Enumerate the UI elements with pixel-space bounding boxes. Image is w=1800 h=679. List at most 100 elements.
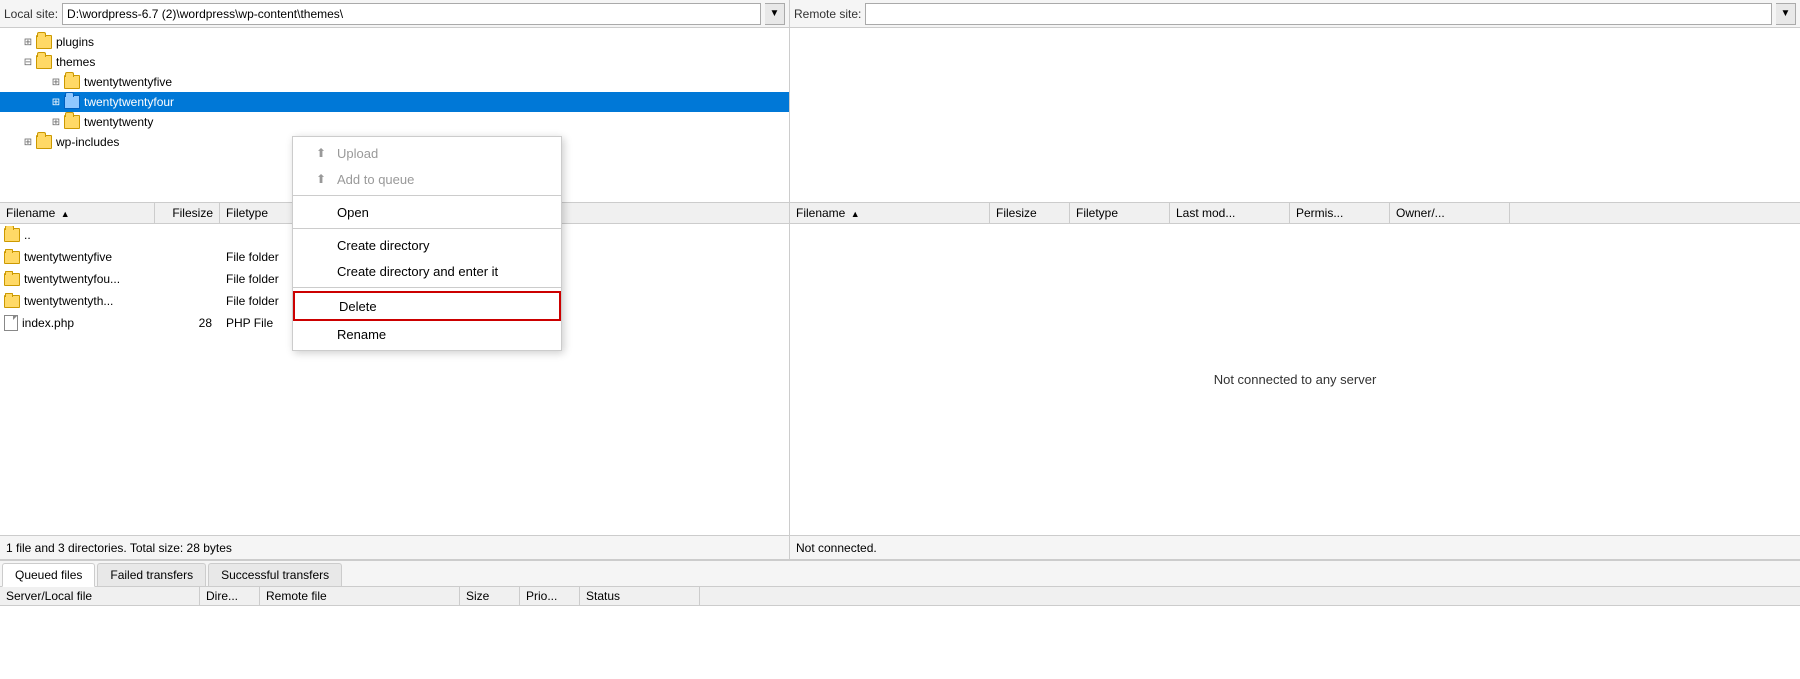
right-panel: Filename ▲ Filesize Filetype Last mod...… [790,28,1800,535]
context-menu-delete[interactable]: Delete [293,291,561,321]
remote-path-input[interactable] [865,3,1772,25]
remote-status: Not connected. [790,536,1800,559]
context-menu-upload[interactable]: ⬆ Upload [293,140,561,166]
file-name: .. [24,228,31,242]
remote-bar: Remote site: ▼ [790,0,1800,27]
context-menu-open-label: Open [337,205,369,220]
expand-themes[interactable]: ⊟ [20,54,36,70]
file-icon-parent [4,228,20,242]
file-name: twentytwentyfive [24,250,112,264]
tree-item-plugins[interactable]: ⊞ plugins [0,32,789,52]
file-size [155,299,220,303]
tree-item-twentytwenty[interactable]: ⊞ twentytwenty [0,112,789,132]
sort-arrow-filename: ▲ [61,209,70,219]
context-menu-create-dir[interactable]: Create directory [293,232,561,258]
header-filename[interactable]: Filename ▲ [0,203,155,223]
context-menu-add-to-queue[interactable]: ⬆ Add to queue [293,166,561,192]
folder-icon-twentytwentyfour [64,95,80,109]
context-menu-create-dir-enter-label: Create directory and enter it [337,264,498,279]
tab-failed-transfers[interactable]: Failed transfers [97,563,206,586]
file-name: index.php [22,316,74,330]
tree-label-plugins: plugins [56,35,94,49]
remote-header-owner[interactable]: Owner/... [1390,203,1510,223]
queue-header-prio: Prio... [520,587,580,605]
file-size [155,233,220,237]
folder-icon [4,273,20,286]
tab-successful-transfers[interactable]: Successful transfers [208,563,342,586]
local-path-dropdown[interactable]: ▼ [765,3,785,25]
file-size [155,277,220,281]
remote-sort-arrow: ▲ [851,209,860,219]
remote-path-dropdown[interactable]: ▼ [1776,3,1796,25]
local-bar: Local site: ▼ [0,0,790,27]
remote-header-filetype[interactable]: Filetype [1070,203,1170,223]
file-size [155,255,220,259]
tree-label-twentytwenty: twentytwenty [84,115,153,129]
not-connected-message: Not connected to any server [790,224,1800,535]
tree-label-wp-includes: wp-includes [56,135,119,149]
file-name: twentytwentyth... [24,294,113,308]
left-panel: ⊞ plugins ⊟ themes ⊞ twentytwentyfive [0,28,790,535]
queue-header-remote: Remote file [260,587,460,605]
file-icon [4,315,18,331]
file-name: twentytwentyfou... [24,272,120,286]
folder-icon [4,295,20,308]
header-filesize[interactable]: Filesize [155,203,220,223]
context-menu-rename-label: Rename [337,327,386,342]
expand-twentytwentyfour[interactable]: ⊞ [48,94,64,110]
tree-label-themes: themes [56,55,95,69]
add-queue-icon: ⬆ [313,171,329,187]
folder-icon-plugins [36,35,52,49]
remote-header-perms[interactable]: Permis... [1290,203,1390,223]
folder-icon-twentytwentyfive [64,75,80,89]
queue-header-size: Size [460,587,520,605]
context-menu-divider-2 [293,228,561,229]
queue-header-server: Server/Local file [0,587,200,605]
tree-item-themes[interactable]: ⊟ themes [0,52,789,72]
context-menu-rename[interactable]: Rename [293,321,561,347]
tree-label-twentytwentyfive: twentytwentyfive [84,75,172,89]
context-menu-create-dir-enter[interactable]: Create directory and enter it [293,258,561,284]
file-name-cell: twentytwentyfive [0,248,155,266]
local-status: 1 file and 3 directories. Total size: 28… [0,536,790,559]
expand-twentytwentyfive[interactable]: ⊞ [48,74,64,90]
queue-tabs: Queued files Failed transfers Successful… [0,561,1800,587]
remote-header-filesize[interactable]: Filesize [990,203,1070,223]
expand-plugins[interactable]: ⊞ [20,34,36,50]
open-icon [313,204,329,220]
context-menu-open[interactable]: Open [293,199,561,225]
rename-icon [313,326,329,342]
folder-icon-wp-includes [36,135,52,149]
tree-item-twentytwentyfour[interactable]: ⊞ twentytwentyfour [0,92,789,112]
queue-header: Server/Local file Dire... Remote file Si… [0,587,1800,606]
queue-area: Queued files Failed transfers Successful… [0,559,1800,679]
create-dir-enter-icon [313,263,329,279]
folder-icon-themes [36,55,52,69]
file-name-cell: twentytwentyth... [0,292,155,310]
tree-item-twentytwentyfive[interactable]: ⊞ twentytwentyfive [0,72,789,92]
expand-twentytwenty[interactable]: ⊞ [48,114,64,130]
folder-icon [4,251,20,264]
queue-header-status: Status [580,587,700,605]
upload-icon: ⬆ [313,145,329,161]
remote-header-lastmod[interactable]: Last mod... [1170,203,1290,223]
file-name-cell: index.php [0,313,155,333]
expand-wp-includes[interactable]: ⊞ [20,134,36,150]
context-menu-delete-label: Delete [339,299,377,314]
remote-site-label: Remote site: [794,7,861,21]
create-dir-icon [313,237,329,253]
content-area: ⊞ plugins ⊟ themes ⊞ twentytwentyfive [0,28,1800,535]
main-container: Local site: ▼ Remote site: ▼ ⊞ plugins [0,0,1800,679]
context-menu-divider-1 [293,195,561,196]
status-bar: 1 file and 3 directories. Total size: 28… [0,535,1800,559]
remote-header-filename[interactable]: Filename ▲ [790,203,990,223]
address-bars: Local site: ▼ Remote site: ▼ [0,0,1800,28]
delete-icon [315,298,331,314]
remote-tree[interactable] [790,28,1800,203]
remote-file-list[interactable]: Filename ▲ Filesize Filetype Last mod...… [790,203,1800,535]
tab-queued-files[interactable]: Queued files [2,563,95,587]
local-path-input[interactable] [62,3,761,25]
file-name-cell: .. [0,226,155,244]
context-menu-upload-label: Upload [337,146,378,161]
context-menu: ⬆ Upload ⬆ Add to queue Open Create dire… [292,136,562,351]
